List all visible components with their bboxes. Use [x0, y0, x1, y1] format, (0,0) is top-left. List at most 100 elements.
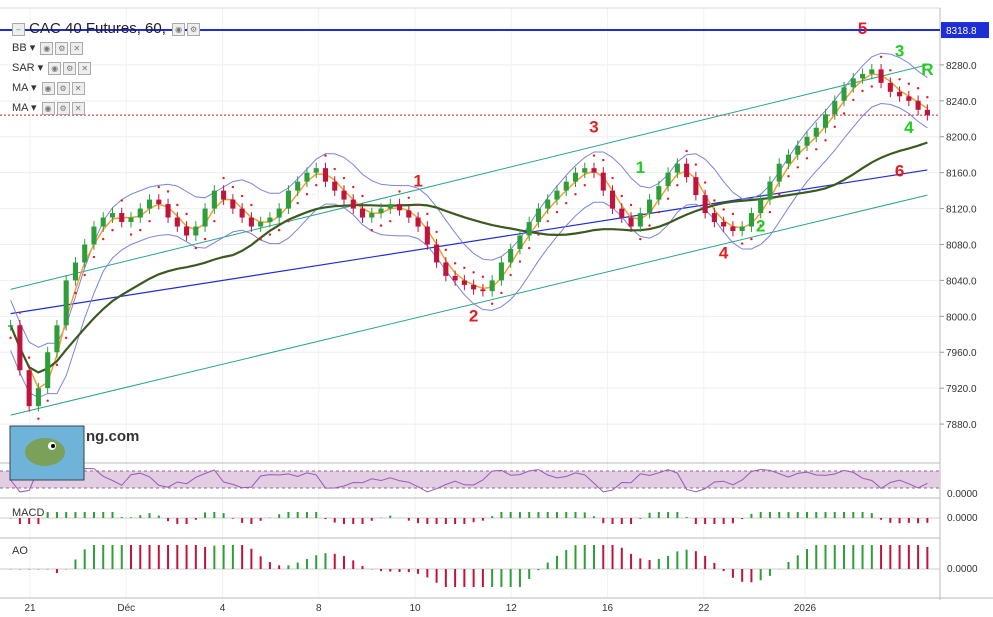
wave-label: R	[921, 60, 933, 79]
sar-dot	[407, 196, 411, 199]
sar-dot	[509, 273, 512, 277]
wave-label: 5	[858, 19, 867, 38]
ao-bar	[28, 569, 31, 570]
candle-body	[554, 190, 560, 200]
sar-dot	[139, 228, 142, 232]
sar-dot	[666, 197, 670, 200]
close-icon[interactable]: ✕	[78, 61, 92, 75]
candle-body	[221, 190, 227, 200]
sar-dot	[472, 271, 475, 274]
candle-body	[146, 199, 153, 209]
close-icon[interactable]: ✕	[71, 81, 85, 95]
ao-bar	[713, 562, 716, 569]
sar-dot	[518, 260, 522, 263]
sar-dot	[194, 246, 198, 250]
candle-body	[350, 199, 356, 209]
ao-bar	[491, 569, 494, 587]
y-tick-label: 8120.0	[946, 205, 977, 216]
ao-bar	[454, 569, 457, 587]
ao-bar	[417, 569, 420, 574]
sar-dot	[324, 154, 327, 157]
candle-body	[461, 280, 467, 285]
sar-dot	[583, 184, 586, 187]
ao-bar	[18, 569, 21, 570]
wave-label: 3	[895, 41, 904, 60]
candle-body	[591, 168, 597, 173]
eye-icon[interactable]: ◉	[48, 61, 62, 75]
candle-body	[128, 217, 134, 223]
sar-dot	[537, 233, 540, 236]
sar-dot	[18, 311, 22, 314]
macd-bar	[555, 512, 558, 518]
indicator-ma-1[interactable]: MA ▾ ◉ ⚙ ✕	[12, 81, 85, 95]
indicator-sar[interactable]: SAR ▾ ◉ ⚙ ✕	[12, 61, 92, 75]
macd-bar	[824, 512, 827, 518]
collapse-icon[interactable]: –	[12, 22, 25, 36]
candle-body	[628, 217, 634, 227]
sar-dot	[74, 291, 77, 295]
macd-bar	[481, 518, 484, 521]
ao-bar	[509, 569, 512, 587]
ao-bar	[833, 545, 836, 569]
indicator-ma-2[interactable]: MA ▾ ◉ ⚙ ✕	[12, 101, 85, 115]
sar-dot	[83, 273, 86, 277]
candle-body	[174, 217, 180, 227]
ao-bar	[657, 558, 660, 569]
candle-body	[304, 172, 310, 182]
candle-body	[211, 190, 217, 209]
ao-bar	[241, 545, 244, 569]
sar-dot	[333, 167, 336, 171]
symbol-title: CAC 40 Futures, 60,	[29, 20, 166, 37]
close-icon[interactable]: ✕	[70, 41, 84, 55]
macd-bar	[546, 512, 549, 518]
candle-body	[619, 208, 625, 218]
candle-body	[609, 190, 616, 209]
candle-body	[54, 325, 60, 353]
gear-icon[interactable]: ⚙	[187, 22, 201, 36]
macd-bar	[83, 512, 86, 518]
candle-body	[165, 204, 171, 218]
eye-icon[interactable]: ◉	[41, 81, 55, 95]
candle-body	[387, 204, 393, 209]
ao-bar	[722, 569, 725, 572]
ao-bar	[380, 569, 383, 572]
macd-bar	[185, 518, 188, 524]
candle-body	[832, 100, 838, 115]
candle-body	[813, 127, 819, 137]
price-chart[interactable]: 53R43112426 8280.08240.08200.08160.08120…	[0, 0, 993, 617]
candle-body	[517, 235, 523, 249]
sar-dot	[379, 224, 383, 227]
candle-body	[276, 208, 282, 218]
sar-dot	[796, 166, 799, 169]
sar-dot	[870, 85, 874, 88]
candle-body	[897, 91, 903, 97]
sar-dot	[565, 201, 568, 205]
ao-bar	[130, 545, 133, 569]
sar-dot	[703, 181, 707, 184]
close-icon[interactable]: ✕	[71, 101, 85, 115]
gear-icon[interactable]: ⚙	[56, 81, 70, 95]
eye-icon[interactable]: ◉	[40, 41, 54, 55]
macd-bar	[833, 512, 836, 518]
wave-label: 4	[719, 244, 729, 263]
eye-icon[interactable]: ◉	[41, 101, 55, 115]
eye-icon[interactable]: ◉	[172, 22, 186, 36]
sar-dot	[629, 203, 633, 207]
gear-icon[interactable]: ⚙	[63, 61, 77, 75]
macd-bar	[259, 518, 262, 521]
macd-bar	[120, 516, 123, 518]
macd-bar	[815, 512, 818, 518]
sar-dot	[398, 190, 401, 193]
gear-icon[interactable]: ⚙	[55, 41, 69, 55]
wave-label: 3	[589, 118, 598, 137]
macd-bar	[713, 518, 716, 524]
sar-dot	[129, 233, 133, 236]
sar-dot	[805, 157, 809, 160]
ao-bar	[463, 569, 466, 587]
sar-dot	[213, 219, 216, 223]
ao-bar	[250, 548, 253, 569]
wave-label: 1	[413, 172, 422, 191]
gear-icon[interactable]: ⚙	[56, 101, 70, 115]
indicator-bb[interactable]: BB ▾ ◉ ⚙ ✕	[12, 41, 84, 55]
candle-body	[17, 325, 23, 371]
